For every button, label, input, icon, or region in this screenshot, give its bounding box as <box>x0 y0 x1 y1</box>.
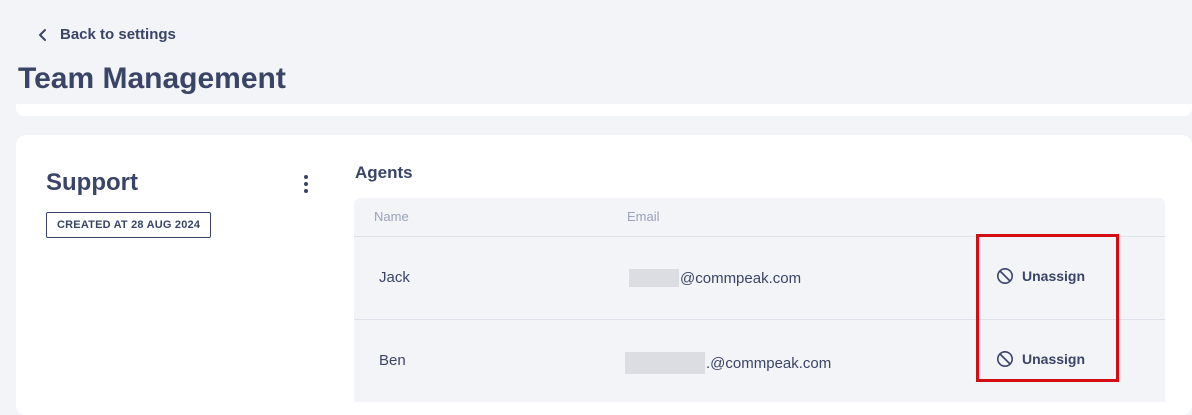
unassign-button[interactable]: Unassign <box>996 350 1085 368</box>
page-title: Team Management <box>18 62 286 95</box>
block-icon <box>997 351 1013 367</box>
back-link-label: Back to settings <box>60 26 176 43</box>
agent-name: Ben <box>379 352 406 369</box>
unassign-label: Unassign <box>1022 351 1086 367</box>
table-row: Ben .@commpeak.com Unassign <box>354 320 1165 402</box>
column-header-name: Name <box>374 209 409 224</box>
agent-email-domain: @commpeak.com <box>680 269 802 287</box>
redacted-email-prefix <box>625 352 705 374</box>
agents-table: Name Email Jack @commpeak.com Unassign B… <box>354 198 1165 402</box>
agent-email-domain: .@commpeak.com <box>706 354 832 372</box>
top-card <box>16 104 1192 116</box>
column-header-email: Email <box>627 209 660 224</box>
agent-email: .@commpeak.com <box>625 352 831 374</box>
unassign-button[interactable]: Unassign <box>996 267 1085 285</box>
agent-name: Jack <box>379 269 410 286</box>
redacted-email-prefix <box>629 269 679 287</box>
table-row: Jack @commpeak.com Unassign <box>354 237 1165 320</box>
back-to-settings-link[interactable]: Back to settings <box>38 26 176 43</box>
created-date-badge: CREATED AT 28 AUG 2024 <box>46 212 212 238</box>
table-header: Name Email <box>354 198 1165 237</box>
team-name: Support <box>46 169 138 196</box>
team-card: Support CREATED AT 28 AUG 2024 Agents Na… <box>16 135 1192 415</box>
agents-section-title: Agents <box>355 163 413 182</box>
unassign-label: Unassign <box>1022 268 1086 284</box>
agent-email: @commpeak.com <box>629 269 801 287</box>
kebab-menu-icon[interactable] <box>298 173 314 195</box>
block-icon <box>997 268 1013 284</box>
chevron-left-icon <box>39 28 46 41</box>
